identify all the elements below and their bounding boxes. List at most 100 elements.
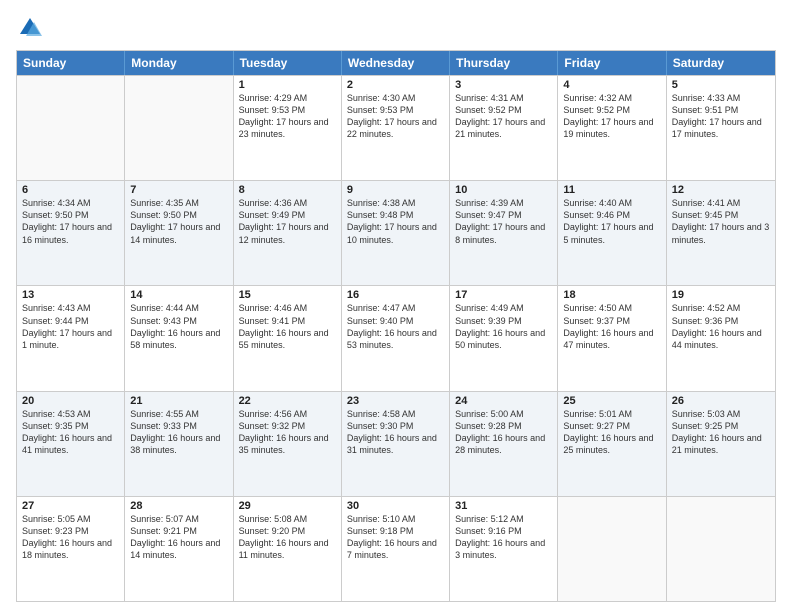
day-number: 3 — [455, 79, 552, 91]
cell-detail: Sunrise: 5:10 AM Sunset: 9:18 PM Dayligh… — [347, 513, 444, 562]
calendar-cell: 31Sunrise: 5:12 AM Sunset: 9:16 PM Dayli… — [450, 497, 558, 601]
day-number: 22 — [239, 395, 336, 407]
calendar-cell: 28Sunrise: 5:07 AM Sunset: 9:21 PM Dayli… — [125, 497, 233, 601]
cell-detail: Sunrise: 4:38 AM Sunset: 9:48 PM Dayligh… — [347, 197, 444, 246]
calendar-cell: 21Sunrise: 4:55 AM Sunset: 9:33 PM Dayli… — [125, 392, 233, 496]
day-number: 19 — [672, 289, 770, 301]
day-number: 8 — [239, 184, 336, 196]
cell-detail: Sunrise: 4:39 AM Sunset: 9:47 PM Dayligh… — [455, 197, 552, 246]
calendar-row-4: 27Sunrise: 5:05 AM Sunset: 9:23 PM Dayli… — [17, 496, 775, 601]
day-number: 29 — [239, 500, 336, 512]
cell-detail: Sunrise: 4:36 AM Sunset: 9:49 PM Dayligh… — [239, 197, 336, 246]
cell-detail: Sunrise: 4:58 AM Sunset: 9:30 PM Dayligh… — [347, 408, 444, 457]
cell-detail: Sunrise: 4:31 AM Sunset: 9:52 PM Dayligh… — [455, 92, 552, 141]
day-number: 1 — [239, 79, 336, 91]
calendar-cell: 17Sunrise: 4:49 AM Sunset: 9:39 PM Dayli… — [450, 286, 558, 390]
day-number: 25 — [563, 395, 660, 407]
cell-detail: Sunrise: 4:35 AM Sunset: 9:50 PM Dayligh… — [130, 197, 227, 246]
day-number: 28 — [130, 500, 227, 512]
header-day-sunday: Sunday — [17, 51, 125, 75]
calendar-row-0: 1Sunrise: 4:29 AM Sunset: 9:53 PM Daylig… — [17, 75, 775, 180]
day-number: 21 — [130, 395, 227, 407]
cell-detail: Sunrise: 4:53 AM Sunset: 9:35 PM Dayligh… — [22, 408, 119, 457]
calendar-row-3: 20Sunrise: 4:53 AM Sunset: 9:35 PM Dayli… — [17, 391, 775, 496]
calendar-cell: 3Sunrise: 4:31 AM Sunset: 9:52 PM Daylig… — [450, 76, 558, 180]
day-number: 27 — [22, 500, 119, 512]
cell-detail: Sunrise: 4:40 AM Sunset: 9:46 PM Dayligh… — [563, 197, 660, 246]
day-number: 10 — [455, 184, 552, 196]
header-day-tuesday: Tuesday — [234, 51, 342, 75]
calendar-cell: 13Sunrise: 4:43 AM Sunset: 9:44 PM Dayli… — [17, 286, 125, 390]
calendar-cell: 10Sunrise: 4:39 AM Sunset: 9:47 PM Dayli… — [450, 181, 558, 285]
day-number: 6 — [22, 184, 119, 196]
cell-detail: Sunrise: 4:32 AM Sunset: 9:52 PM Dayligh… — [563, 92, 660, 141]
logo — [16, 14, 48, 42]
calendar-row-2: 13Sunrise: 4:43 AM Sunset: 9:44 PM Dayli… — [17, 285, 775, 390]
page: SundayMondayTuesdayWednesdayThursdayFrid… — [0, 0, 792, 612]
header-day-thursday: Thursday — [450, 51, 558, 75]
calendar-cell: 12Sunrise: 4:41 AM Sunset: 9:45 PM Dayli… — [667, 181, 775, 285]
calendar-cell: 4Sunrise: 4:32 AM Sunset: 9:52 PM Daylig… — [558, 76, 666, 180]
calendar-cell: 8Sunrise: 4:36 AM Sunset: 9:49 PM Daylig… — [234, 181, 342, 285]
calendar-cell: 29Sunrise: 5:08 AM Sunset: 9:20 PM Dayli… — [234, 497, 342, 601]
cell-detail: Sunrise: 5:08 AM Sunset: 9:20 PM Dayligh… — [239, 513, 336, 562]
calendar-cell — [125, 76, 233, 180]
cell-detail: Sunrise: 4:56 AM Sunset: 9:32 PM Dayligh… — [239, 408, 336, 457]
cell-detail: Sunrise: 4:43 AM Sunset: 9:44 PM Dayligh… — [22, 302, 119, 351]
header — [16, 14, 776, 42]
calendar-cell: 2Sunrise: 4:30 AM Sunset: 9:53 PM Daylig… — [342, 76, 450, 180]
calendar-cell: 11Sunrise: 4:40 AM Sunset: 9:46 PM Dayli… — [558, 181, 666, 285]
calendar-cell: 25Sunrise: 5:01 AM Sunset: 9:27 PM Dayli… — [558, 392, 666, 496]
cell-detail: Sunrise: 4:30 AM Sunset: 9:53 PM Dayligh… — [347, 92, 444, 141]
header-day-saturday: Saturday — [667, 51, 775, 75]
calendar-row-1: 6Sunrise: 4:34 AM Sunset: 9:50 PM Daylig… — [17, 180, 775, 285]
logo-icon — [16, 14, 44, 42]
calendar-cell: 16Sunrise: 4:47 AM Sunset: 9:40 PM Dayli… — [342, 286, 450, 390]
cell-detail: Sunrise: 4:29 AM Sunset: 9:53 PM Dayligh… — [239, 92, 336, 141]
cell-detail: Sunrise: 5:07 AM Sunset: 9:21 PM Dayligh… — [130, 513, 227, 562]
cell-detail: Sunrise: 4:52 AM Sunset: 9:36 PM Dayligh… — [672, 302, 770, 351]
calendar-cell: 7Sunrise: 4:35 AM Sunset: 9:50 PM Daylig… — [125, 181, 233, 285]
day-number: 5 — [672, 79, 770, 91]
calendar-cell: 19Sunrise: 4:52 AM Sunset: 9:36 PM Dayli… — [667, 286, 775, 390]
day-number: 23 — [347, 395, 444, 407]
calendar-cell: 14Sunrise: 4:44 AM Sunset: 9:43 PM Dayli… — [125, 286, 233, 390]
calendar-cell: 23Sunrise: 4:58 AM Sunset: 9:30 PM Dayli… — [342, 392, 450, 496]
day-number: 30 — [347, 500, 444, 512]
day-number: 2 — [347, 79, 444, 91]
cell-detail: Sunrise: 4:47 AM Sunset: 9:40 PM Dayligh… — [347, 302, 444, 351]
cell-detail: Sunrise: 5:01 AM Sunset: 9:27 PM Dayligh… — [563, 408, 660, 457]
calendar-cell: 22Sunrise: 4:56 AM Sunset: 9:32 PM Dayli… — [234, 392, 342, 496]
header-day-monday: Monday — [125, 51, 233, 75]
calendar-cell — [17, 76, 125, 180]
cell-detail: Sunrise: 4:44 AM Sunset: 9:43 PM Dayligh… — [130, 302, 227, 351]
day-number: 18 — [563, 289, 660, 301]
day-number: 4 — [563, 79, 660, 91]
day-number: 7 — [130, 184, 227, 196]
day-number: 16 — [347, 289, 444, 301]
header-day-wednesday: Wednesday — [342, 51, 450, 75]
day-number: 11 — [563, 184, 660, 196]
cell-detail: Sunrise: 4:49 AM Sunset: 9:39 PM Dayligh… — [455, 302, 552, 351]
day-number: 26 — [672, 395, 770, 407]
calendar-cell — [558, 497, 666, 601]
cell-detail: Sunrise: 5:05 AM Sunset: 9:23 PM Dayligh… — [22, 513, 119, 562]
day-number: 9 — [347, 184, 444, 196]
calendar-cell: 5Sunrise: 4:33 AM Sunset: 9:51 PM Daylig… — [667, 76, 775, 180]
day-number: 20 — [22, 395, 119, 407]
calendar-header-row: SundayMondayTuesdayWednesdayThursdayFrid… — [17, 51, 775, 75]
day-number: 13 — [22, 289, 119, 301]
calendar-cell: 15Sunrise: 4:46 AM Sunset: 9:41 PM Dayli… — [234, 286, 342, 390]
cell-detail: Sunrise: 5:03 AM Sunset: 9:25 PM Dayligh… — [672, 408, 770, 457]
calendar: SundayMondayTuesdayWednesdayThursdayFrid… — [16, 50, 776, 602]
cell-detail: Sunrise: 4:41 AM Sunset: 9:45 PM Dayligh… — [672, 197, 770, 246]
cell-detail: Sunrise: 4:50 AM Sunset: 9:37 PM Dayligh… — [563, 302, 660, 351]
calendar-cell: 30Sunrise: 5:10 AM Sunset: 9:18 PM Dayli… — [342, 497, 450, 601]
cell-detail: Sunrise: 5:00 AM Sunset: 9:28 PM Dayligh… — [455, 408, 552, 457]
calendar-cell: 6Sunrise: 4:34 AM Sunset: 9:50 PM Daylig… — [17, 181, 125, 285]
day-number: 12 — [672, 184, 770, 196]
cell-detail: Sunrise: 4:46 AM Sunset: 9:41 PM Dayligh… — [239, 302, 336, 351]
calendar-cell: 27Sunrise: 5:05 AM Sunset: 9:23 PM Dayli… — [17, 497, 125, 601]
calendar-cell: 1Sunrise: 4:29 AM Sunset: 9:53 PM Daylig… — [234, 76, 342, 180]
day-number: 31 — [455, 500, 552, 512]
